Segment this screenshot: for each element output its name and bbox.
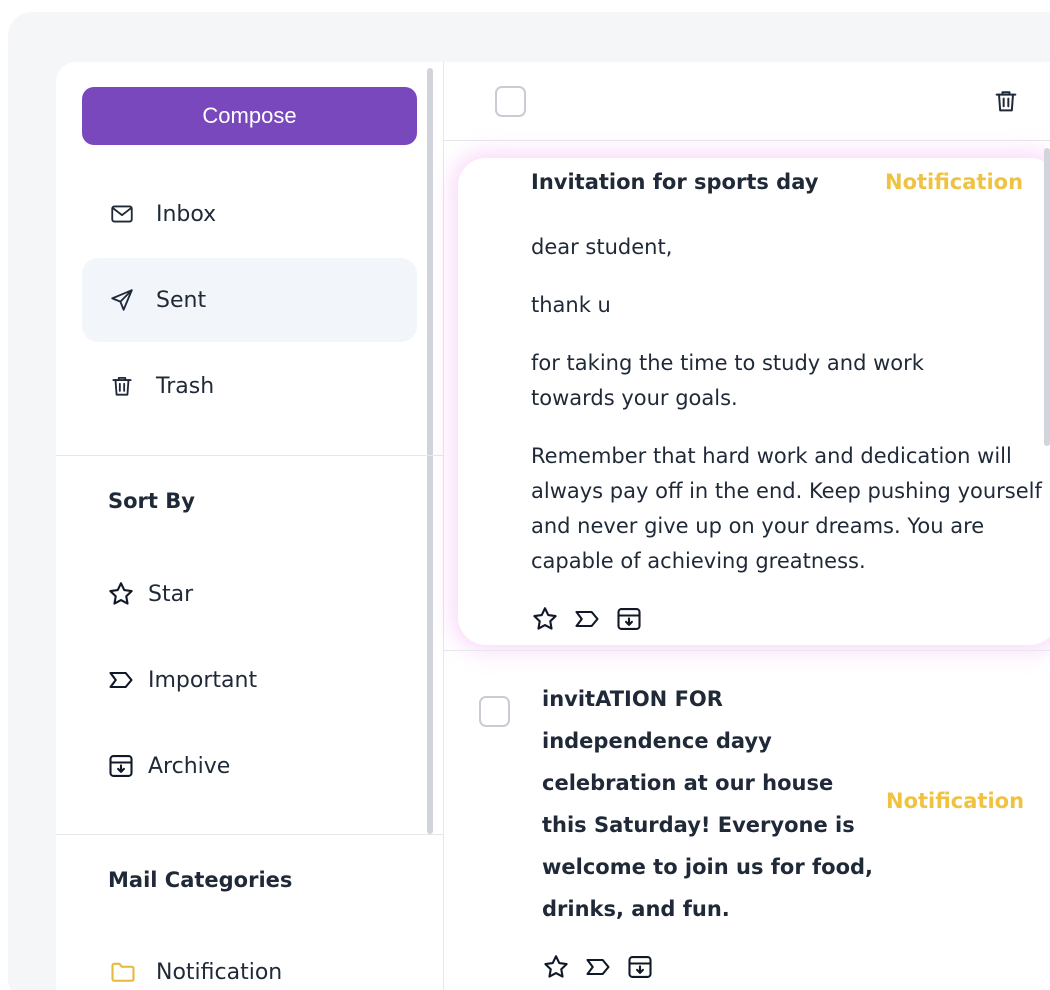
- trash-icon: [992, 87, 1020, 115]
- sidebar-item-inbox[interactable]: Inbox: [82, 172, 417, 256]
- sidebar-item-trash[interactable]: Trash: [82, 344, 417, 428]
- filter-archive[interactable]: Archive: [106, 749, 230, 783]
- send-icon: [108, 286, 136, 314]
- mail-body-line: dear student,: [531, 235, 673, 259]
- filter-label: Star: [148, 581, 194, 607]
- star-icon: [106, 579, 136, 609]
- filter-label: Archive: [148, 753, 231, 779]
- important-tag-icon[interactable]: [584, 953, 612, 981]
- trash-icon: [108, 372, 136, 400]
- mail-category-tag: Notification: [886, 789, 1025, 813]
- select-all-checkbox[interactable]: [495, 86, 526, 117]
- sidebar-item-label: Trash: [156, 373, 215, 399]
- archive-icon[interactable]: [626, 953, 654, 981]
- filter-important[interactable]: Important: [106, 663, 257, 697]
- archive-icon[interactable]: [615, 605, 643, 633]
- mail-actions: [531, 605, 643, 633]
- star-icon[interactable]: [542, 953, 570, 981]
- filter-star[interactable]: Star: [106, 577, 193, 611]
- delete-button[interactable]: [992, 87, 1020, 115]
- sidebar-item-label: Sent: [156, 287, 207, 313]
- mail-icon: [108, 200, 136, 228]
- folder-icon: [108, 957, 138, 987]
- sort-by-heading: Sort By: [108, 489, 195, 513]
- mail-subject[interactable]: invitATION FOR independence dayy celebra…: [542, 678, 882, 930]
- mail-body-line: Remember that hard work and dedication w…: [531, 444, 1042, 573]
- mail-subject: Invitation for sports day: [531, 170, 819, 194]
- mail-checkbox[interactable]: [479, 696, 510, 727]
- important-tag-icon: [106, 665, 136, 695]
- mail-body-line: thank u: [531, 293, 611, 317]
- sidebar-divider: [56, 834, 444, 835]
- important-tag-icon[interactable]: [573, 605, 601, 633]
- mail-toolbar: [444, 62, 1050, 141]
- category-label: Notification: [156, 959, 283, 985]
- mail-category-tag: Notification: [885, 170, 1024, 194]
- category-notification[interactable]: Notification: [108, 955, 282, 989]
- mail-actions: [542, 953, 654, 981]
- mail-body-line: for taking the time to study and work to…: [531, 351, 924, 410]
- star-icon[interactable]: [531, 605, 559, 633]
- sidebar-divider: [56, 455, 444, 456]
- mail-list-scrollbar[interactable]: [1044, 148, 1050, 446]
- mail-divider: [444, 650, 1050, 651]
- archive-icon: [106, 751, 136, 781]
- compose-button[interactable]: Compose: [82, 87, 417, 145]
- filter-label: Important: [148, 667, 258, 693]
- sidebar-item-label: Inbox: [156, 201, 217, 227]
- sidebar-item-sent[interactable]: Sent: [82, 258, 417, 342]
- mail-categories-heading: Mail Categories: [108, 868, 293, 892]
- sidebar-scrollbar[interactable]: [427, 68, 433, 834]
